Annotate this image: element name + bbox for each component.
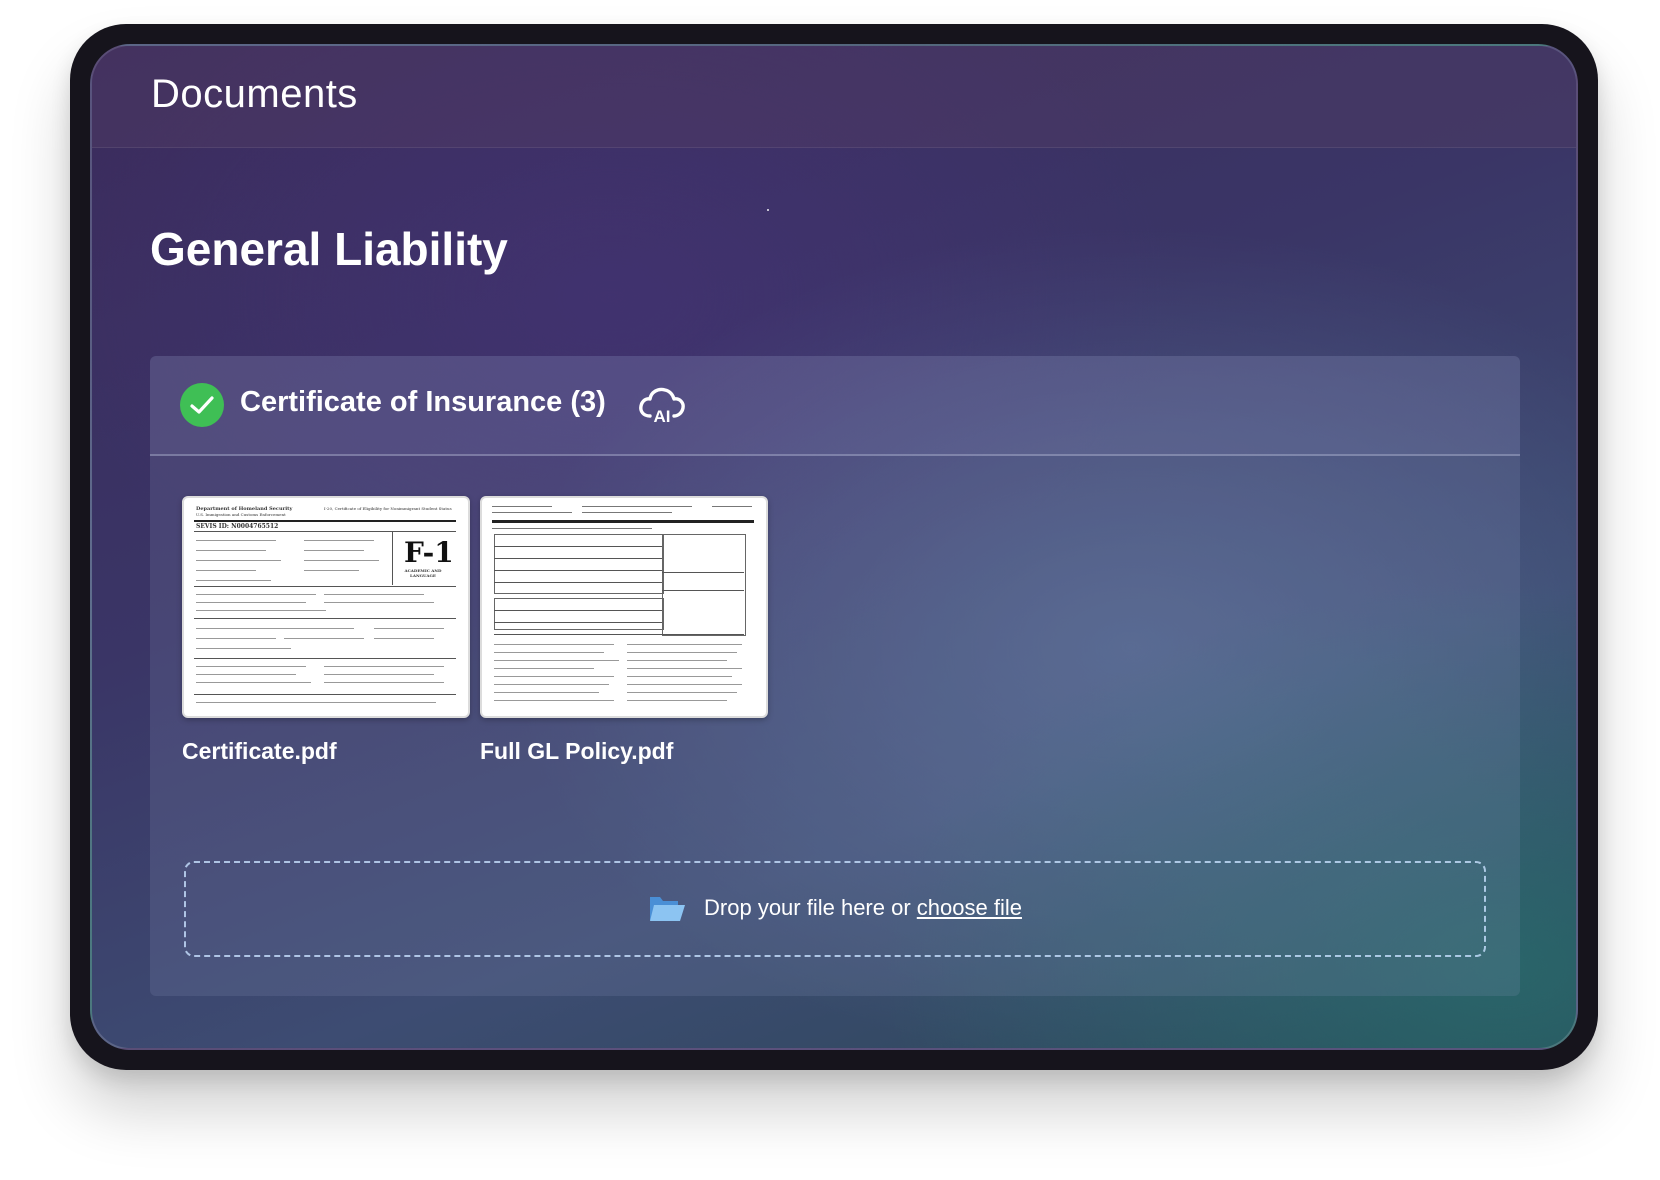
document-thumbnail[interactable]: Department of Homeland Security U.S. Imm… <box>182 496 470 718</box>
thumbnail-sevis-id: SEVIS ID: N0004765512 <box>196 523 279 530</box>
document-card-certificate[interactable]: Department of Homeland Security U.S. Imm… <box>182 496 470 765</box>
stray-dot <box>767 209 769 211</box>
documents-panel: Certificate of Insurance (3) AI Departme… <box>150 356 1520 996</box>
dropzone-text: Drop your file here or <box>704 895 917 920</box>
svg-text:AI: AI <box>654 407 671 424</box>
device-frame: Documents General Liability Certificate … <box>70 24 1598 1070</box>
document-name[interactable]: Full GL Policy.pdf <box>480 738 768 765</box>
panel-header: Certificate of Insurance (3) AI <box>150 356 1520 456</box>
cloud-ai-icon[interactable]: AI <box>638 386 686 428</box>
section-title: General Liability <box>150 223 508 275</box>
thumbnail-class-sub: ACADEMIC AND LANGUAGE <box>404 568 442 578</box>
app-screen: Documents General Liability Certificate … <box>90 44 1578 1050</box>
check-circle-icon <box>180 383 224 427</box>
document-name[interactable]: Certificate.pdf <box>182 738 470 765</box>
dropzone-content: Drop your file here or choose file <box>186 893 1484 929</box>
page-title: Documents <box>151 72 358 116</box>
thumbnail-class-heading: F-1 <box>404 536 454 569</box>
choose-file-link[interactable]: choose file <box>917 895 1022 920</box>
folder-icon <box>648 893 686 929</box>
file-dropzone[interactable]: Drop your file here or choose file <box>184 861 1486 957</box>
document-thumbnail[interactable] <box>480 496 768 718</box>
document-card-full-gl-policy[interactable]: Full GL Policy.pdf <box>480 496 768 765</box>
top-bar: Documents <box>92 46 1576 148</box>
category-title: Certificate of Insurance (3) <box>240 386 606 418</box>
